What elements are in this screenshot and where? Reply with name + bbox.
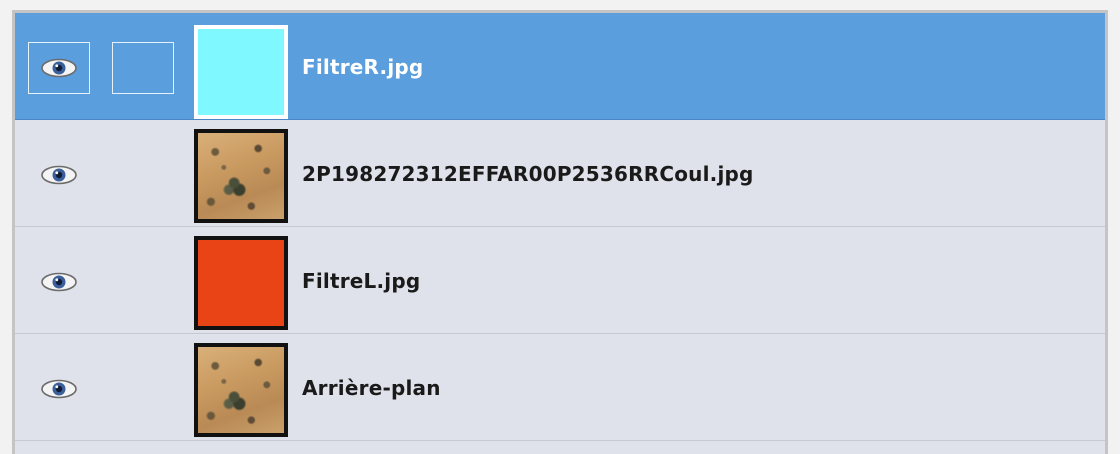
eye-icon [39, 56, 79, 80]
layer-thumbnail [194, 25, 288, 119]
layers-panel: FiltreR.jpg 2P198272312EFFAR00P2536RRCou… [12, 10, 1108, 454]
visibility-toggle[interactable] [28, 149, 90, 201]
link-toggle[interactable] [112, 363, 174, 415]
eye-icon [39, 163, 79, 187]
layer-row-filtrer[interactable]: FiltreR.jpg [15, 13, 1105, 120]
visibility-toggle[interactable] [28, 363, 90, 415]
layer-name[interactable]: 2P198272312EFFAR00P2536RRCoul.jpg [302, 120, 754, 227]
link-toggle[interactable] [112, 149, 174, 201]
layer-row-background[interactable]: Arrière-plan [15, 334, 1105, 441]
layer-row-filtrel[interactable]: FiltreL.jpg [15, 227, 1105, 334]
layer-thumbnail [194, 343, 288, 437]
eye-icon [39, 270, 79, 294]
link-toggle[interactable] [112, 42, 174, 94]
layer-name[interactable]: Arrière-plan [302, 334, 441, 441]
eye-icon [39, 377, 79, 401]
layer-thumbnail [194, 236, 288, 330]
visibility-toggle[interactable] [28, 256, 90, 308]
layer-name[interactable]: FiltreR.jpg [302, 13, 423, 120]
layer-thumbnail [194, 129, 288, 223]
link-toggle[interactable] [112, 256, 174, 308]
layer-row-photo[interactable]: 2P198272312EFFAR00P2536RRCoul.jpg [15, 120, 1105, 227]
layer-name[interactable]: FiltreL.jpg [302, 227, 420, 334]
visibility-toggle[interactable] [28, 42, 90, 94]
